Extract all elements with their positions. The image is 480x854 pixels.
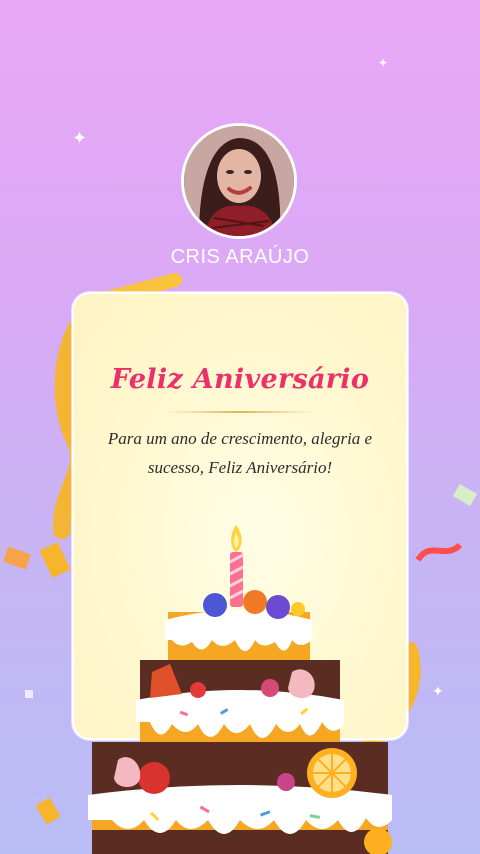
message-line-2: sucesso, Feliz Aniversário!	[147, 458, 333, 477]
profile-name: CRIS ARAÚJO	[170, 246, 310, 268]
sparkle-icon: ✦	[432, 684, 444, 700]
title-divider	[165, 411, 315, 413]
sparkle-icon: ✦	[72, 128, 88, 149]
card-title: Feliz Aniversário	[110, 364, 370, 395]
message-line-1: Para um ano de crescimento, alegria e	[107, 429, 373, 448]
profile-avatar	[181, 123, 297, 239]
profile-photo	[184, 126, 294, 236]
sparkle-icon: ✦	[378, 56, 389, 70]
card-message: Para um ano de crescimento, alegria e su…	[100, 424, 380, 482]
greeting-card	[72, 292, 408, 740]
